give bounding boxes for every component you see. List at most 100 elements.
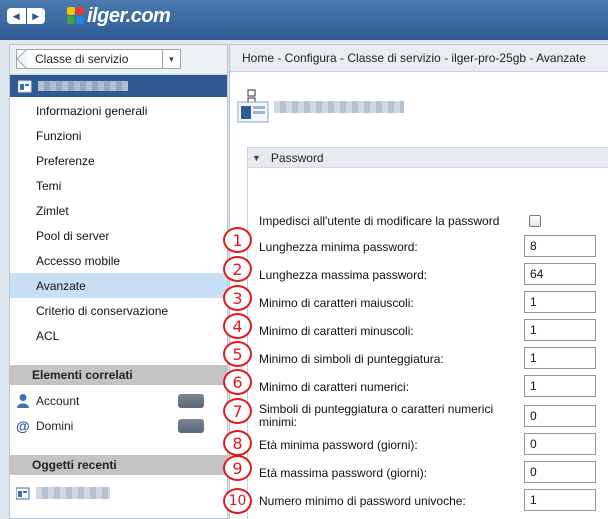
min-age-input[interactable]: 0: [524, 433, 596, 455]
password-section: ▼ Password Impedisci all'utente di modif…: [247, 147, 608, 519]
sidebar-item-avanzate[interactable]: Avanzate: [10, 273, 227, 298]
recent-items-header: Oggetti recenti: [10, 455, 227, 475]
cos-selector-row: Classe di servizio ▼: [10, 45, 227, 75]
field-label: Lunghezza massima password:: [259, 268, 428, 282]
annotation-badge: 2: [223, 256, 252, 282]
sidebar-item-label: ACL: [36, 328, 60, 343]
sidebar-item-criterio-di-conservazione[interactable]: Criterio di conservazione: [10, 298, 227, 323]
sidebar-item-preferenze[interactable]: Preferenze: [10, 148, 227, 173]
cos-select[interactable]: Classe di servizio ▼: [16, 49, 181, 69]
collapse-triangle-icon[interactable]: ▼: [252, 153, 261, 163]
prevent-change-row: Impedisci all'utente di modificare la pa…: [248, 210, 608, 232]
section-title: Elementi correlati: [32, 368, 133, 382]
field-label: Età massima password (giorni):: [259, 466, 428, 480]
annotation-badge: 9: [223, 455, 252, 481]
logo-text: ilger.com: [87, 4, 171, 27]
min-unique-input[interactable]: 1: [524, 489, 596, 511]
sidebar-item-label: Avanzate: [36, 278, 86, 293]
selected-cos-header[interactable]: [10, 75, 227, 97]
field-row-min-age: Età minima password (giorni): 0: [248, 431, 608, 459]
sidebar-item-funzioni[interactable]: Funzioni: [10, 123, 227, 148]
chevron-down-icon[interactable]: ▼: [162, 50, 180, 68]
field-label: Minimo di caratteri numerici:: [259, 380, 410, 394]
redacted-cos-title: [274, 101, 404, 113]
cos-icon: [16, 487, 30, 500]
field-label: Lunghezza minima password:: [259, 240, 418, 254]
field-label: Età minima password (giorni):: [259, 438, 418, 452]
max-length-input[interactable]: 64: [524, 263, 596, 285]
min-lowercase-input[interactable]: 1: [524, 319, 596, 341]
sidebar-item-label: Criterio di conservazione: [36, 303, 169, 318]
field-label: Numero minimo di password univoche:: [259, 494, 466, 508]
field-row-min-punctuation: Minimo di simboli di punteggiatura: 1: [248, 345, 608, 373]
related-items-header: Elementi correlati: [10, 365, 227, 385]
annotation-badge: 8: [223, 430, 252, 456]
puzzle-logo-icon: [67, 7, 85, 25]
field-row-min-uppercase: Minimo di caratteri maiuscoli: 1: [248, 289, 608, 317]
cos-large-icon: [237, 89, 269, 123]
breadcrumb-text: Home - Configura - Classe di servizio - …: [242, 51, 586, 65]
history-nav: ◀ ▶: [7, 8, 45, 24]
password-section-header[interactable]: ▼ Password: [248, 148, 608, 168]
back-arrow-icon[interactable]: ◀: [7, 8, 26, 24]
section-title: Password: [270, 150, 324, 165]
forward-arrow-icon[interactable]: ▶: [25, 8, 46, 24]
sidebar-item-accesso-mobile[interactable]: Accesso mobile: [10, 248, 227, 273]
field-label: Impedisci all'utente di modificare la pa…: [259, 214, 500, 228]
sidebar-item-label: Accesso mobile: [36, 253, 121, 268]
annotation-badge: 7: [223, 398, 252, 424]
annotation-badge: 1: [223, 227, 252, 253]
main-panel: Home - Configura - Classe di servizio - …: [229, 44, 608, 519]
field-label: Minimo di simboli di punteggiatura:: [259, 352, 444, 366]
toggle-switch[interactable]: [178, 419, 204, 433]
sidebar-item-acl[interactable]: ACL: [10, 323, 227, 348]
cos-icon: [18, 80, 32, 93]
field-row-min-numeric: Minimo di caratteri numerici: 1: [248, 373, 608, 401]
field-row-max-age: Età massima password (giorni): 0: [248, 459, 608, 487]
left-panel: Classe di servizio ▼ Informazioni genera…: [9, 44, 228, 519]
sidebar-item-label: Funzioni: [36, 128, 82, 143]
sidebar-item-label: Pool di server: [36, 228, 110, 243]
field-label: Simboli di punteggiatura o caratteri num…: [259, 402, 494, 429]
toggle-switch[interactable]: [178, 394, 204, 408]
field-row-min-punct-or-numeric: Simboli di punteggiatura o caratteri num…: [248, 401, 608, 431]
related-item-label: Account: [36, 394, 80, 408]
section-title: Oggetti recenti: [32, 458, 117, 472]
breadcrumb: Home - Configura - Classe di servizio - …: [230, 45, 608, 72]
sidebar-item-informazioni-generali[interactable]: Informazioni generali: [10, 98, 227, 123]
sidebar-item-pool-di-server[interactable]: Pool di server: [10, 223, 227, 248]
sidebar-item-temi[interactable]: Temi: [10, 173, 227, 198]
field-row-min-unique: Numero minimo di password univoche: 1: [248, 487, 608, 515]
recent-item[interactable]: [10, 481, 227, 505]
min-punct-or-numeric-input[interactable]: 0: [524, 405, 596, 427]
sidebar-item-label: Zimlet: [36, 203, 69, 218]
related-item-domini[interactable]: @ Domini: [10, 414, 227, 438]
annotation-badge: 3: [223, 285, 252, 311]
related-item-label: Domini: [36, 419, 74, 433]
related-item-account[interactable]: Account: [10, 389, 227, 413]
min-numeric-input[interactable]: 1: [524, 375, 596, 397]
back-chevron-icon[interactable]: [16, 49, 28, 69]
field-row-min-length: Lunghezza minima password: 8: [248, 233, 608, 261]
top-bar: ◀ ▶ ilger.com: [0, 0, 608, 40]
sidebar-item-label: Temi: [36, 178, 62, 193]
annotation-badge: 6: [223, 369, 252, 395]
annotation-badge: 4: [223, 313, 252, 339]
redacted-cos-name: [38, 81, 128, 91]
min-punctuation-input[interactable]: 1: [524, 347, 596, 369]
cos-select-label: Classe di servizio: [35, 52, 129, 66]
field-label: Minimo di caratteri minuscoli:: [259, 324, 414, 338]
sidebar-item-zimlet[interactable]: Zimlet: [10, 198, 227, 223]
max-age-input[interactable]: 0: [524, 461, 596, 483]
sidebar-menu: Informazioni generali Funzioni Preferenz…: [10, 98, 227, 348]
prevent-change-checkbox[interactable]: [529, 215, 541, 227]
sidebar-item-label: Informazioni generali: [36, 103, 148, 118]
min-length-input[interactable]: 8: [524, 235, 596, 257]
min-uppercase-input[interactable]: 1: [524, 291, 596, 313]
logo: ilger.com: [67, 3, 171, 29]
annotation-badge: 5: [223, 341, 252, 367]
annotation-badge: 10: [223, 488, 252, 514]
field-row-max-length: Lunghezza massima password: 64: [248, 261, 608, 289]
field-label: Minimo di caratteri maiuscoli:: [259, 296, 414, 310]
sidebar-item-label: Preferenze: [36, 153, 95, 168]
